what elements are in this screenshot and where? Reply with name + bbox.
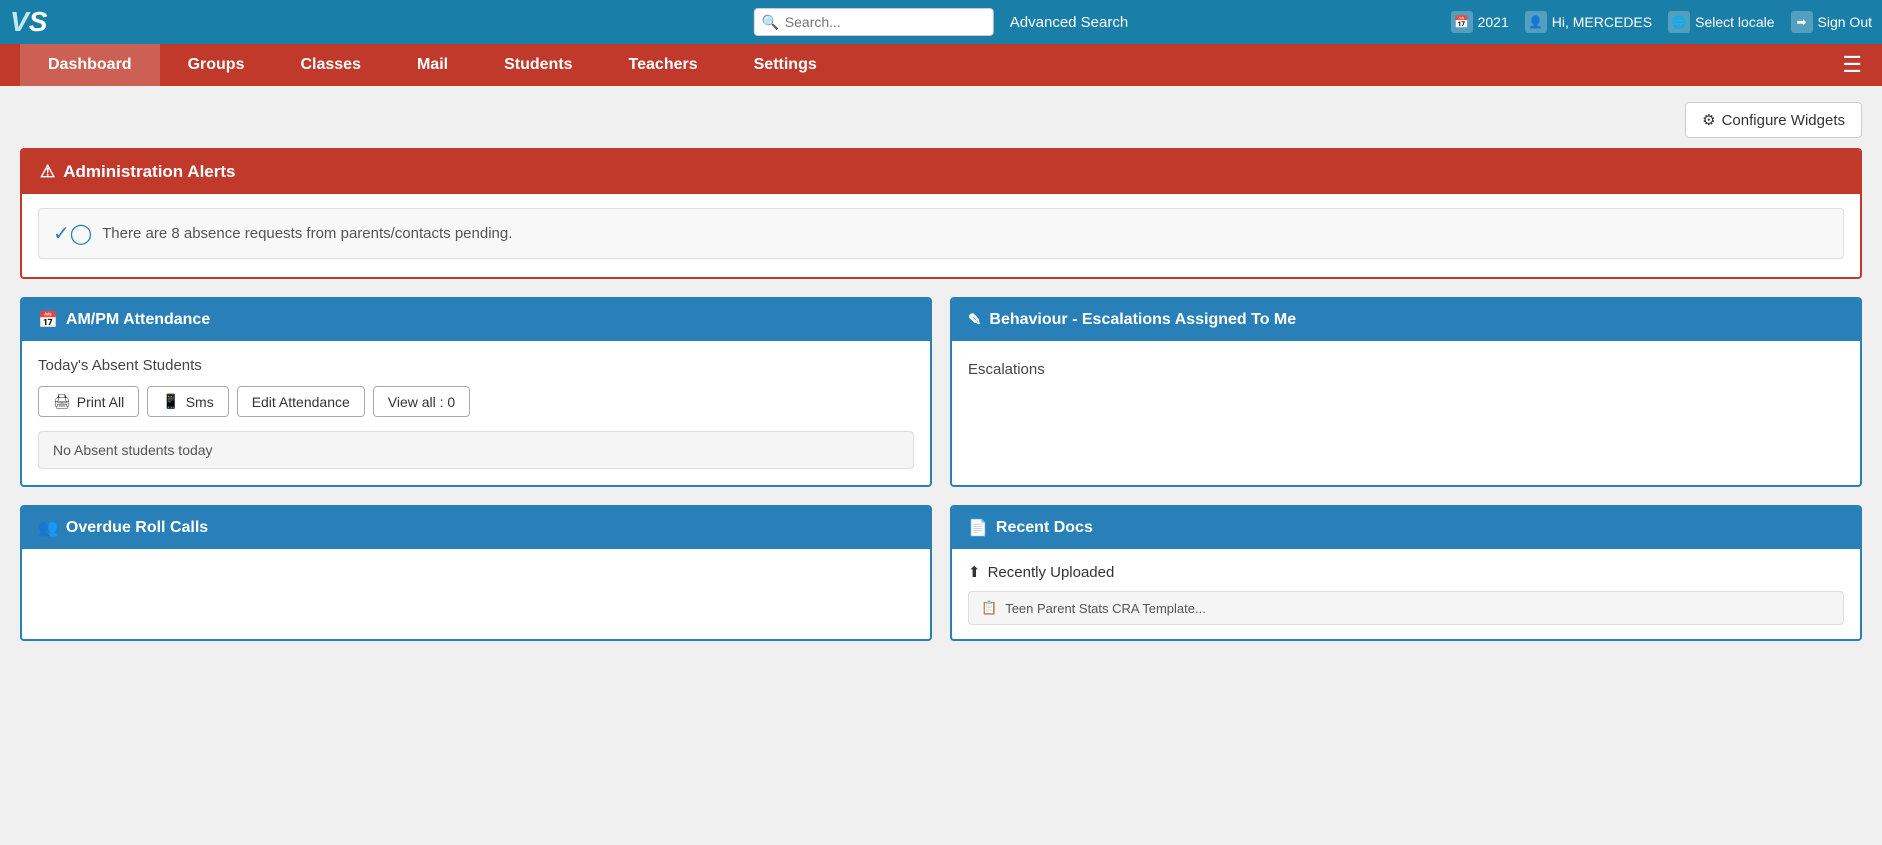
hamburger-menu[interactable]: ☰ [1842, 52, 1862, 78]
attendance-widget-header: 📅 AM/PM Attendance [22, 299, 930, 341]
sms-label: Sms [186, 394, 214, 410]
recently-uploaded-label: Recently Uploaded [988, 564, 1115, 581]
nav-item-settings[interactable]: Settings [726, 44, 845, 86]
calendar-icon: 📅 [1451, 11, 1473, 33]
top-right: 📅 2021 👤 Hi, MERCEDES 🌐 Select locale ➡ … [1451, 11, 1872, 33]
year-label: 2021 [1478, 14, 1509, 30]
view-all-button[interactable]: View all : 0 [373, 386, 470, 417]
top-bar: VS 🔍 Advanced Search 📅 2021 👤 Hi, MERCED… [0, 0, 1882, 44]
search-input[interactable] [754, 8, 994, 36]
configure-gear-icon: ⚙ [1702, 111, 1715, 129]
no-absent-text: No Absent students today [53, 442, 213, 458]
overdue-widget-body [22, 549, 930, 581]
recent-docs-header: 📄 Recent Docs [952, 507, 1860, 549]
recent-docs-body: ⬆ Recently Uploaded 📋 Teen Parent Stats … [952, 549, 1860, 639]
user-greeting-wrap[interactable]: 👤 Hi, MERCEDES [1525, 11, 1652, 33]
print-icon: 🖨 [53, 393, 71, 410]
behaviour-widget-title: Behaviour - Escalations Assigned To Me [989, 311, 1296, 329]
widget-grid: 📅 AM/PM Attendance Today's Absent Studen… [20, 297, 1862, 641]
configure-widgets-wrap: ⚙ Configure Widgets [20, 102, 1862, 138]
attendance-calendar-icon: 📅 [38, 310, 58, 330]
calendar-icon-wrap[interactable]: 📅 2021 [1451, 11, 1509, 33]
search-area: 🔍 Advanced Search [754, 8, 1128, 36]
doc-file-icon: 📋 [981, 600, 997, 616]
nav-item-classes[interactable]: Classes [272, 44, 389, 86]
alerts-body: ✓◯ There are 8 absence requests from par… [22, 194, 1860, 277]
search-icon: 🔍 [762, 14, 779, 31]
nav-item-mail[interactable]: Mail [389, 44, 476, 86]
attendance-widget-body: Today's Absent Students 🖨 Print All 📱 Sm… [22, 341, 930, 485]
behaviour-widget-header: ✎ Behaviour - Escalations Assigned To Me [952, 299, 1860, 341]
alerts-section: ⚠ Administration Alerts ✓◯ There are 8 a… [20, 148, 1862, 279]
alerts-header: ⚠ Administration Alerts [22, 150, 1860, 194]
doc-item-text: Teen Parent Stats CRA Template... [1005, 601, 1206, 616]
logo: VS [10, 6, 47, 38]
nav-item-groups[interactable]: Groups [160, 44, 273, 86]
sign-out-label: Sign Out [1818, 14, 1872, 30]
select-locale-label: Select locale [1695, 14, 1774, 30]
advanced-search-link[interactable]: Advanced Search [1010, 14, 1128, 31]
nav-item-teachers[interactable]: Teachers [601, 44, 726, 86]
attendance-widget: 📅 AM/PM Attendance Today's Absent Studen… [20, 297, 932, 487]
attendance-label: Today's Absent Students [38, 357, 914, 374]
main-content: ⚙ Configure Widgets ⚠ Administration Ale… [0, 86, 1882, 657]
escalations-label: Escalations [968, 357, 1844, 382]
attendance-buttons: 🖨 Print All 📱 Sms Edit Attendance View a… [38, 386, 914, 417]
alerts-icon: ⚠ [40, 162, 55, 182]
behaviour-widget-body: Escalations [952, 341, 1860, 398]
user-icon: 👤 [1525, 11, 1547, 33]
view-all-label: View all : 0 [388, 394, 455, 410]
behaviour-edit-icon: ✎ [968, 310, 981, 330]
configure-widgets-label: Configure Widgets [1722, 112, 1845, 129]
print-all-button[interactable]: 🖨 Print All [38, 386, 139, 417]
sign-out-icon: ➡ [1791, 11, 1813, 33]
behaviour-widget: ✎ Behaviour - Escalations Assigned To Me… [950, 297, 1862, 487]
user-greeting: Hi, MERCEDES [1552, 14, 1652, 30]
overdue-icon: 👥 [38, 518, 58, 538]
alerts-title: Administration Alerts [63, 162, 235, 182]
sms-button[interactable]: 📱 Sms [147, 386, 228, 417]
sms-icon: 📱 [162, 393, 179, 410]
recent-docs-title: Recent Docs [996, 519, 1093, 537]
locale-icon: 🌐 [1668, 11, 1690, 33]
recently-uploaded-row: ⬆ Recently Uploaded [968, 563, 1844, 581]
recent-docs-widget: 📄 Recent Docs ⬆ Recently Uploaded 📋 Teen… [950, 505, 1862, 641]
alert-item: ✓◯ There are 8 absence requests from par… [38, 208, 1844, 259]
nav-item-students[interactable]: Students [476, 44, 600, 86]
print-all-label: Print All [77, 394, 124, 410]
recent-docs-icon: 📄 [968, 518, 988, 538]
sign-out-wrap[interactable]: ➡ Sign Out [1791, 11, 1872, 33]
alert-text: There are 8 absence requests from parent… [102, 225, 512, 242]
configure-widgets-button[interactable]: ⚙ Configure Widgets [1685, 102, 1862, 138]
nav-bar: Dashboard Groups Classes Mail Students T… [0, 44, 1882, 86]
select-locale-wrap[interactable]: 🌐 Select locale [1668, 11, 1774, 33]
upload-icon: ⬆ [968, 563, 981, 581]
overdue-widget-header: 👥 Overdue Roll Calls [22, 507, 930, 549]
nav-item-dashboard[interactable]: Dashboard [20, 44, 160, 86]
doc-item[interactable]: 📋 Teen Parent Stats CRA Template... [968, 591, 1844, 625]
no-absent-box: No Absent students today [38, 431, 914, 469]
alert-check-icon: ✓◯ [53, 221, 92, 246]
attendance-widget-title: AM/PM Attendance [66, 311, 210, 329]
search-input-wrap: 🔍 [754, 8, 994, 36]
edit-attendance-button[interactable]: Edit Attendance [237, 386, 365, 417]
overdue-widget-title: Overdue Roll Calls [66, 519, 208, 537]
edit-attendance-label: Edit Attendance [252, 394, 350, 410]
overdue-widget: 👥 Overdue Roll Calls [20, 505, 932, 641]
